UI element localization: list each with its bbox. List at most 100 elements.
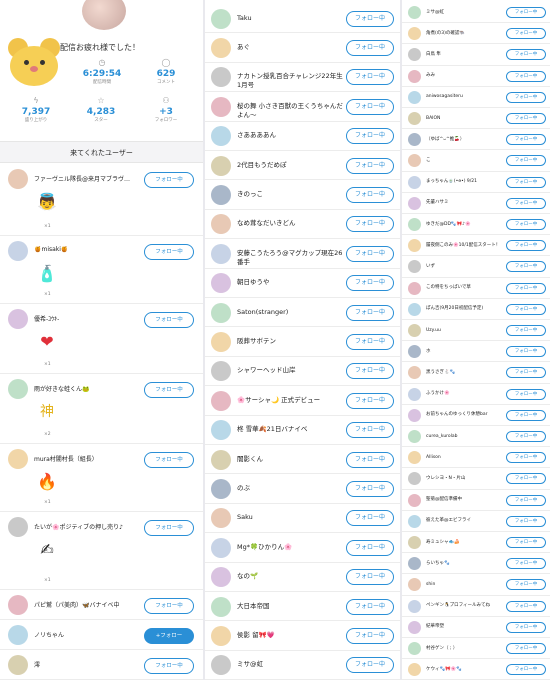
following-button[interactable]: フォロー中 (346, 304, 394, 321)
user-avatar[interactable] (211, 243, 231, 264)
user-avatar[interactable] (211, 67, 231, 88)
following-button[interactable]: フォロー中 (346, 363, 394, 380)
user-avatar[interactable] (211, 596, 231, 617)
user-avatar[interactable] (408, 387, 421, 401)
user-avatar[interactable] (408, 663, 421, 677)
user-avatar[interactable] (211, 214, 231, 235)
following-button[interactable]: フォロー中 (506, 643, 546, 655)
user-avatar[interactable] (8, 449, 28, 469)
user-avatar[interactable] (408, 302, 421, 316)
user-avatar[interactable] (408, 578, 421, 592)
user-avatar[interactable] (211, 537, 231, 558)
user-avatar[interactable] (408, 260, 421, 274)
user-avatar[interactable] (211, 508, 231, 529)
user-avatar[interactable] (408, 536, 421, 550)
user-avatar[interactable] (211, 655, 231, 676)
user-avatar[interactable] (211, 155, 231, 176)
following-button[interactable]: フォロー中 (346, 245, 394, 262)
user-avatar[interactable] (408, 196, 421, 210)
following-button[interactable]: フォロー中 (506, 303, 546, 315)
user-avatar[interactable] (408, 48, 421, 62)
user-avatar[interactable] (408, 281, 421, 295)
user-avatar[interactable] (8, 655, 28, 675)
following-button[interactable]: フォロー中 (144, 172, 194, 188)
user-avatar[interactable] (211, 479, 231, 500)
following-button[interactable]: フォロー中 (346, 628, 394, 645)
following-button[interactable]: フォロー中 (346, 98, 394, 115)
user-avatar[interactable] (408, 493, 421, 507)
following-button[interactable]: フォロー中 (144, 312, 194, 328)
following-button[interactable]: フォロー中 (346, 510, 394, 527)
user-avatar[interactable] (408, 642, 421, 656)
following-button[interactable]: フォロー中 (506, 346, 546, 358)
following-button[interactable]: フォロー中 (346, 216, 394, 233)
following-button[interactable]: フォロー中 (346, 481, 394, 498)
user-avatar[interactable] (8, 595, 28, 615)
following-button[interactable]: フォロー中 (506, 600, 546, 612)
following-button[interactable]: フォロー中 (506, 431, 546, 443)
follow-button[interactable]: +フォロー (144, 628, 194, 644)
following-button[interactable]: フォロー中 (506, 49, 546, 61)
following-button[interactable]: フォロー中 (506, 282, 546, 294)
following-button[interactable]: フォロー中 (506, 197, 546, 209)
user-avatar[interactable] (408, 69, 421, 83)
following-button[interactable]: フォロー中 (346, 392, 394, 409)
user-avatar[interactable] (211, 96, 231, 117)
following-button[interactable]: フォロー中 (506, 240, 546, 252)
following-button[interactable]: フォロー中 (506, 537, 546, 549)
user-avatar[interactable] (8, 241, 28, 261)
following-button[interactable]: フォロー中 (506, 176, 546, 188)
following-button[interactable]: フォロー中 (144, 244, 194, 260)
user-avatar[interactable] (408, 599, 421, 613)
following-button[interactable]: フォロー中 (506, 367, 546, 379)
user-avatar[interactable] (8, 517, 28, 537)
following-button[interactable]: フォロー中 (144, 452, 194, 468)
user-avatar[interactable] (211, 302, 231, 323)
user-avatar[interactable] (211, 126, 231, 147)
user-avatar[interactable] (408, 133, 421, 147)
following-button[interactable]: フォロー中 (144, 598, 194, 614)
following-button[interactable]: フォロー中 (346, 657, 394, 674)
following-button[interactable]: フォロー中 (144, 520, 194, 536)
user-avatar[interactable] (408, 27, 421, 41)
user-avatar[interactable] (408, 557, 421, 571)
following-button[interactable]: フォロー中 (506, 388, 546, 400)
user-avatar[interactable] (408, 514, 421, 528)
user-avatar[interactable] (211, 420, 231, 441)
following-button[interactable]: フォロー中 (346, 569, 394, 586)
following-button[interactable]: フォロー中 (506, 261, 546, 273)
following-button[interactable]: フォロー中 (506, 91, 546, 103)
user-avatar[interactable] (408, 472, 421, 486)
user-avatar[interactable] (408, 408, 421, 422)
user-avatar[interactable] (211, 567, 231, 588)
following-button[interactable]: フォロー中 (346, 539, 394, 556)
user-avatar[interactable] (408, 430, 421, 444)
following-button[interactable]: フォロー中 (346, 157, 394, 174)
following-button[interactable]: フォロー中 (506, 579, 546, 591)
user-avatar[interactable] (408, 175, 421, 189)
user-avatar[interactable] (408, 345, 421, 359)
user-avatar[interactable] (408, 324, 421, 338)
following-button[interactable]: フォロー中 (506, 325, 546, 337)
user-avatar[interactable] (8, 169, 28, 189)
user-avatar[interactable] (211, 332, 231, 353)
following-button[interactable]: フォロー中 (506, 155, 546, 167)
following-button[interactable]: フォロー中 (506, 621, 546, 633)
user-avatar[interactable] (8, 309, 28, 329)
user-avatar[interactable] (408, 366, 421, 380)
user-avatar[interactable] (211, 626, 231, 647)
user-avatar[interactable] (408, 218, 421, 232)
following-button[interactable]: フォロー中 (346, 334, 394, 351)
user-avatar[interactable] (408, 90, 421, 104)
user-avatar[interactable] (408, 239, 421, 253)
following-button[interactable]: フォロー中 (506, 558, 546, 570)
following-button[interactable]: フォロー中 (144, 382, 194, 398)
user-avatar[interactable] (408, 154, 421, 168)
following-button[interactable]: フォロー中 (506, 515, 546, 527)
user-avatar[interactable] (211, 185, 231, 206)
following-button[interactable]: フォロー中 (506, 494, 546, 506)
following-button[interactable]: フォロー中 (346, 10, 394, 27)
following-button[interactable]: フォロー中 (506, 664, 546, 676)
user-avatar[interactable] (408, 6, 421, 20)
following-button[interactable]: フォロー中 (506, 70, 546, 82)
